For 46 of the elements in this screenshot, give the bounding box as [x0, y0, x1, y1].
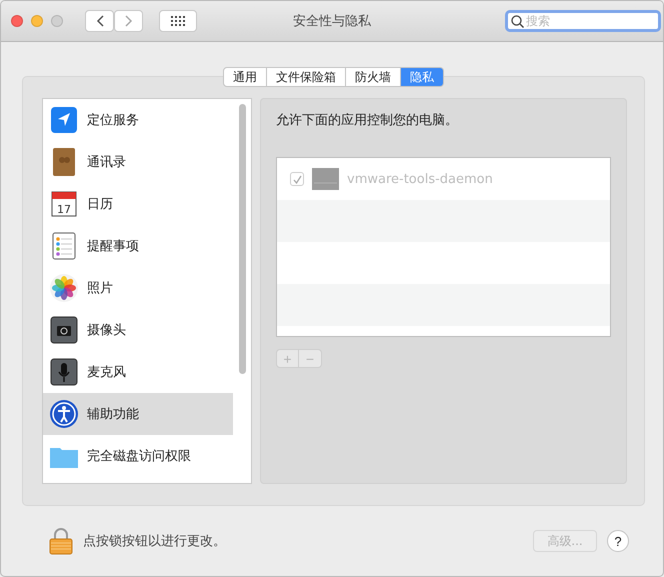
- service-label: 通讯录: [87, 154, 126, 171]
- grid-icon: [171, 16, 185, 26]
- window-title: 安全性与隐私: [293, 13, 371, 30]
- service-item[interactable]: 通讯录: [43, 141, 233, 183]
- zoom-button[interactable]: [51, 15, 63, 27]
- tab[interactable]: 通用: [223, 67, 267, 87]
- search-field[interactable]: 搜索: [505, 10, 661, 32]
- minimize-button[interactable]: [31, 15, 43, 27]
- chevron-right-icon: [124, 15, 132, 27]
- app-icon: [312, 168, 339, 190]
- service-item[interactable]: 麦克风: [43, 351, 233, 393]
- service-label: 摄像头: [87, 322, 126, 339]
- calendar-day: 17: [57, 203, 71, 216]
- app-name: vmware-tools-daemon: [347, 172, 493, 186]
- service-item[interactable]: 提醒事项: [43, 225, 233, 267]
- microphone-icon: [49, 357, 79, 387]
- description-text: 允许下面的应用控制您的电脑。: [276, 112, 459, 129]
- scrollbar-thumb[interactable]: [239, 104, 246, 374]
- service-label: 完全磁盘访问权限: [87, 448, 191, 465]
- back-button[interactable]: [85, 10, 114, 32]
- service-label: 提醒事项: [87, 238, 139, 255]
- tab[interactable]: 文件保险箱: [267, 67, 346, 87]
- camera-icon: [49, 315, 79, 345]
- tab[interactable]: 防火墙: [346, 67, 401, 87]
- flower-icon: [49, 273, 79, 303]
- service-label: 麦克风: [87, 364, 126, 381]
- lock-hint-text: 点按锁按钮以进行更改。: [83, 533, 226, 550]
- checkmark-icon: [292, 174, 302, 184]
- padlock-icon[interactable]: [49, 527, 73, 555]
- service-item[interactable]: 摄像头: [43, 309, 233, 351]
- service-label: 照片: [87, 280, 113, 297]
- search-input[interactable]: 搜索: [524, 14, 626, 28]
- chevron-left-icon: [96, 15, 104, 27]
- search-icon: [511, 14, 524, 28]
- service-item[interactable]: 完全磁盘访问权限: [43, 435, 233, 477]
- accessibility-icon: [49, 399, 79, 429]
- service-item[interactable]: 照片: [43, 267, 233, 309]
- service-item[interactable]: 辅助功能: [43, 393, 233, 435]
- close-button[interactable]: [11, 15, 23, 27]
- service-item[interactable]: 定位服务: [43, 99, 233, 141]
- service-label: 日历: [87, 196, 113, 213]
- service-label: 定位服务: [87, 112, 139, 129]
- help-button[interactable]: ?: [607, 530, 629, 552]
- service-label: 辅助功能: [87, 406, 139, 423]
- service-item[interactable]: 17 日历: [43, 183, 233, 225]
- show-all-button[interactable]: [159, 10, 197, 32]
